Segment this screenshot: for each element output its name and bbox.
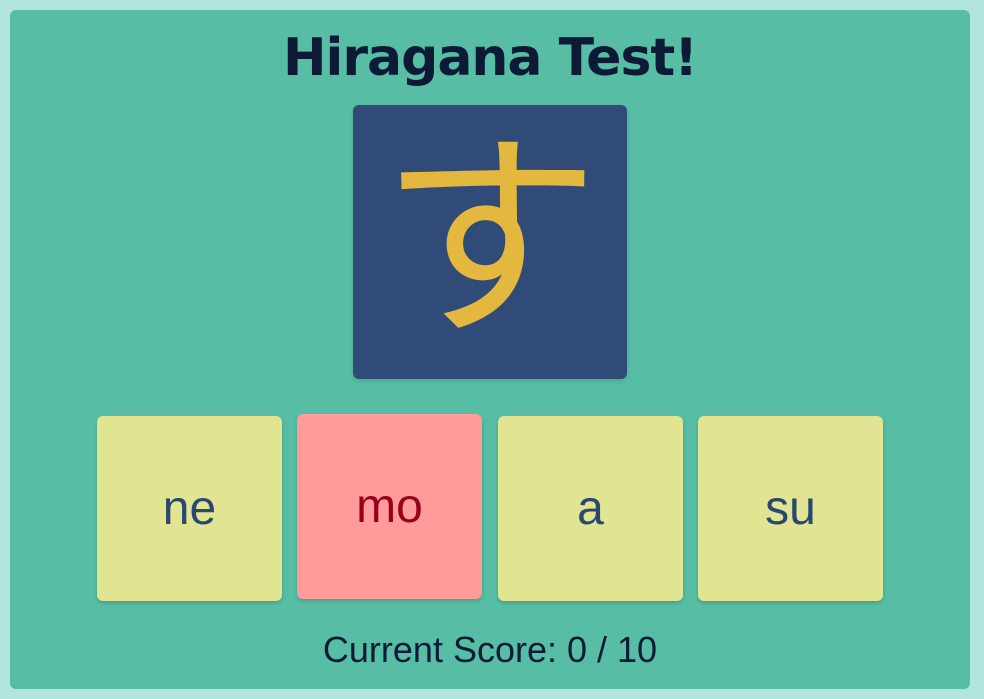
character-card: す bbox=[353, 105, 627, 379]
current-score: Current Score: 0 / 10 bbox=[322, 629, 658, 670]
answer-option-su[interactable]: su bbox=[698, 416, 883, 601]
hiragana-character: す bbox=[379, 112, 600, 368]
answer-options: ne mo a su bbox=[97, 414, 883, 601]
answer-option-a[interactable]: a bbox=[498, 416, 683, 601]
quiz-panel: Hiragana Test! す ne mo a su Current Scor… bbox=[10, 10, 970, 689]
answer-option-ne[interactable]: ne bbox=[97, 416, 282, 601]
page-title: Hiragana Test! bbox=[283, 28, 698, 88]
answer-option-mo[interactable]: mo bbox=[297, 414, 482, 599]
